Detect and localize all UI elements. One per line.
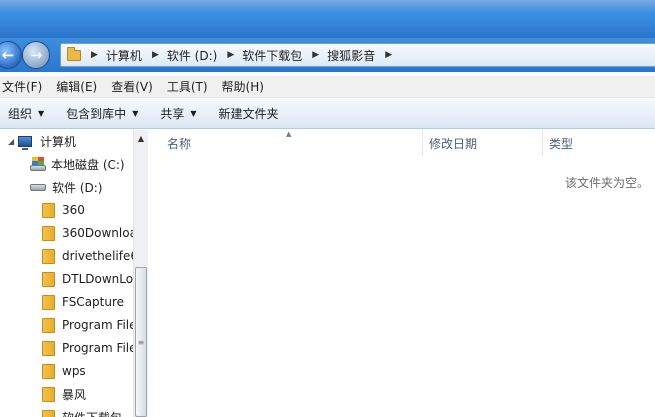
folder-icon <box>42 340 55 356</box>
breadcrumb-chevron-icon[interactable]: ▶ <box>91 50 98 60</box>
new-folder-button[interactable]: 新建文件夹 <box>219 105 279 122</box>
breadcrumb-current-folder[interactable]: 搜狐影音 <box>327 47 375 64</box>
folder-icon <box>42 271 55 287</box>
scrollbar-thumb[interactable]: ≡ <box>135 267 147 417</box>
folder-icon <box>42 225 55 241</box>
include-in-library-button[interactable]: 包含到库中 ▼ <box>66 105 138 122</box>
disk-icon <box>30 183 46 191</box>
include-in-library-label: 包含到库中 <box>66 107 127 121</box>
tree-item-label: drivethelife6 <box>62 249 138 263</box>
column-header-date-modified[interactable]: 修改日期 <box>423 130 543 156</box>
column-header-type-label: 类型 <box>549 136 574 151</box>
share-label: 共享 <box>160 107 185 121</box>
column-header-date-label: 修改日期 <box>429 136 478 151</box>
tree-item-label: 软件下载包 <box>62 409 122 417</box>
folder-icon <box>67 46 81 61</box>
system-disk-icon <box>30 157 46 171</box>
tree-item-label: 本地磁盘 (C:) <box>51 157 125 172</box>
nav-scrollbar[interactable]: ▲ ≡ <box>133 130 148 417</box>
tree-item-folder[interactable]: FSCapture <box>42 291 124 313</box>
tree-item-label: Program File <box>62 341 137 355</box>
folder-icon <box>42 409 55 417</box>
forward-button[interactable]: → <box>22 41 50 69</box>
empty-folder-message: 该文件夹为空。 <box>564 176 649 190</box>
tree-item-label: 360 <box>62 203 85 217</box>
menu-help[interactable]: 帮助(H) <box>220 78 270 95</box>
caret-down-icon: ▼ <box>190 109 197 118</box>
tree-item-label: FSCapture <box>62 295 125 309</box>
scroll-up-arrow-icon[interactable]: ▲ <box>134 130 148 146</box>
menu-file[interactable]: 文件(F) <box>0 78 48 95</box>
tree-item-label: DTLDownLo <box>62 272 134 286</box>
tree-item-computer[interactable]: ◢ 计算机 <box>8 130 76 152</box>
tree-item-label: 暴风 <box>62 387 87 402</box>
organize-label: 组织 <box>8 107 33 121</box>
tree-item-folder[interactable]: 暴风 <box>42 383 86 405</box>
arrow-right-icon: → <box>29 46 43 64</box>
tree-item-folder[interactable]: 软件下载包 <box>42 406 122 417</box>
breadcrumb-chevron-icon[interactable]: ▶ <box>152 50 159 60</box>
caret-down-icon: ▼ <box>132 109 139 118</box>
file-list-pane[interactable]: ▲ 名称 修改日期 类型 该文件夹为空。 <box>149 130 655 417</box>
breadcrumb-chevron-icon[interactable]: ▶ <box>385 50 392 60</box>
grip-icon: ≡ <box>137 337 145 347</box>
expand-icon[interactable]: ◢ <box>8 137 18 146</box>
folder-icon <box>42 248 55 264</box>
breadcrumb-chevron-icon[interactable]: ▶ <box>312 50 319 60</box>
column-header-name-label: 名称 <box>167 136 192 151</box>
folder-icon <box>42 317 55 333</box>
tree-item-label: Program File <box>62 318 137 332</box>
breadcrumb-chevron-icon[interactable]: ▶ <box>227 50 234 60</box>
tree-item-drive-d[interactable]: 软件 (D:) <box>30 176 102 198</box>
tree-item-folder[interactable]: Program File <box>42 337 137 359</box>
computer-icon <box>18 135 32 150</box>
breadcrumb-drive-d[interactable]: 软件 (D:) <box>167 47 217 64</box>
tree-item-folder[interactable]: 360 <box>42 199 85 221</box>
tree-item-label: 软件 (D:) <box>52 180 103 195</box>
address-bar[interactable]: ▶ 计算机 ▶ 软件 (D:) ▶ 软件下载包 ▶ 搜狐影音 ▶ <box>60 43 655 67</box>
organize-button[interactable]: 组织 ▼ <box>8 105 44 122</box>
tree-item-folder[interactable]: 360Downloa <box>42 222 137 244</box>
tree-item-folder[interactable]: wps <box>42 360 86 382</box>
folder-icon <box>42 202 55 218</box>
arrow-left-icon: ← <box>1 46 15 64</box>
breadcrumb-download-folder[interactable]: 软件下载包 <box>242 47 302 64</box>
column-header-type[interactable]: 类型 <box>543 130 655 156</box>
tree-item-label: 360Downloa <box>62 226 137 240</box>
menu-view[interactable]: 查看(V) <box>109 78 159 95</box>
tree-item-folder[interactable]: Program File <box>42 314 137 336</box>
new-folder-label: 新建文件夹 <box>218 107 279 121</box>
tree-item-drive-c[interactable]: 本地磁盘 (C:) <box>30 153 125 175</box>
address-row: ← → ▶ 计算机 ▶ 软件 (D:) ▶ 软件下载包 ▶ 搜狐影音 ▶ <box>0 38 655 72</box>
folder-icon <box>42 386 55 402</box>
sort-ascending-icon: ▲ <box>286 130 292 138</box>
menu-tools[interactable]: 工具(T) <box>165 78 214 95</box>
navigation-pane: ◢ 计算机 本地磁盘 (C:) 软件 (D:) 360 360Downloa dr… <box>0 130 148 417</box>
share-button[interactable]: 共享 ▼ <box>160 105 196 122</box>
tree-item-folder[interactable]: drivethelife6 <box>42 245 138 267</box>
column-headers: ▲ 名称 修改日期 类型 <box>149 130 655 156</box>
tree-item-label: wps <box>62 364 86 378</box>
back-button[interactable]: ← <box>0 41 22 69</box>
title-bar-glow <box>0 0 655 14</box>
tree-item-folder[interactable]: DTLDownLo <box>42 268 133 290</box>
menu-edit[interactable]: 编辑(E) <box>54 78 103 95</box>
folder-icon <box>42 294 55 310</box>
menu-bar: 文件(F) 编辑(E) 查看(V) 工具(T) 帮助(H) <box>0 76 655 98</box>
folder-icon <box>42 363 55 379</box>
breadcrumb-computer[interactable]: 计算机 <box>106 47 142 64</box>
caret-down-icon: ▼ <box>38 109 45 118</box>
column-header-name[interactable]: ▲ 名称 <box>149 130 423 156</box>
window-title-bar <box>0 0 655 38</box>
tree-item-label: 计算机 <box>40 134 77 149</box>
command-bar: 组织 ▼ 包含到库中 ▼ 共享 ▼ 新建文件夹 <box>0 99 655 129</box>
